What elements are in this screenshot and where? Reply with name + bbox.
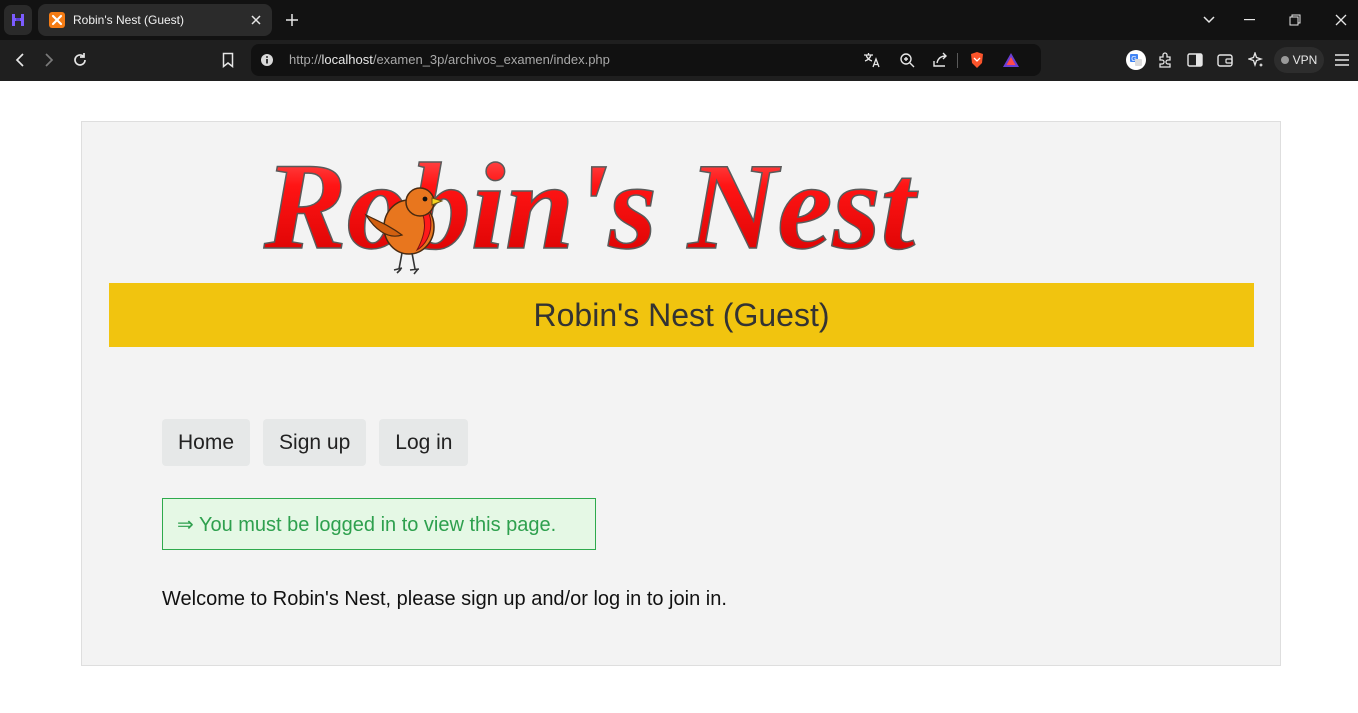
vpn-label: VPN bbox=[1292, 53, 1318, 67]
url-path: /examen_3p/archivos_examen/index.php bbox=[372, 52, 610, 67]
url-divider bbox=[957, 53, 958, 68]
nav-signup-button[interactable]: Sign up bbox=[263, 419, 367, 466]
main-nav: Home Sign up Log in bbox=[162, 419, 469, 466]
brave-shields-icon[interactable] bbox=[967, 50, 987, 70]
welcome-message: Welcome to Robin's Nest, please sign up … bbox=[162, 588, 727, 610]
url-text: http://localhost/examen_3p/archivos_exam… bbox=[289, 52, 610, 67]
tab-title: Robin's Nest (Guest) bbox=[73, 13, 184, 27]
login-required-notice: ⇒ You must be logged in to view this pag… bbox=[162, 498, 596, 550]
bookmark-icon[interactable] bbox=[215, 47, 241, 73]
translate-icon[interactable] bbox=[862, 50, 882, 70]
browser-menu-icon[interactable] bbox=[1329, 47, 1355, 73]
restore-icon[interactable] bbox=[1283, 8, 1307, 32]
wallet-icon[interactable] bbox=[1212, 47, 1238, 73]
close-tab-icon[interactable] bbox=[244, 8, 268, 32]
minimize-icon[interactable] bbox=[1237, 8, 1261, 32]
share-icon[interactable] bbox=[930, 50, 950, 70]
site-info-icon[interactable] bbox=[259, 52, 275, 68]
page-viewport: Robin's Nest Robin's Nest (Guest) Home S… bbox=[0, 81, 1358, 713]
xampp-favicon-icon bbox=[49, 12, 65, 28]
leo-ai-icon[interactable] bbox=[1243, 47, 1269, 73]
forward-icon[interactable] bbox=[36, 47, 62, 73]
new-tab-icon[interactable] bbox=[280, 8, 304, 32]
vpn-status-icon bbox=[1280, 56, 1289, 64]
sidebar-icon[interactable] bbox=[1182, 47, 1208, 73]
tab-bar: Robin's Nest (Guest) bbox=[0, 0, 1358, 40]
extensions-icon[interactable] bbox=[1152, 47, 1178, 73]
browser-tab[interactable]: Robin's Nest (Guest) bbox=[38, 4, 272, 36]
zoom-icon[interactable] bbox=[897, 50, 917, 70]
back-icon[interactable] bbox=[7, 47, 33, 73]
logo-text: Robin's Nest bbox=[263, 140, 919, 275]
url-scheme: http:// bbox=[289, 52, 322, 67]
reload-icon[interactable] bbox=[67, 47, 93, 73]
site-banner: Robin's Nest (Guest) bbox=[109, 283, 1254, 347]
app-menu-icon[interactable] bbox=[4, 5, 32, 35]
site-logo: Robin's Nest bbox=[262, 137, 1102, 280]
content-container: Robin's Nest Robin's Nest (Guest) Home S… bbox=[81, 121, 1281, 666]
brave-rewards-icon[interactable] bbox=[1001, 50, 1021, 70]
browser-toolbar: http://localhost/examen_3p/archivos_exam… bbox=[0, 40, 1358, 81]
address-bar[interactable]: http://localhost/examen_3p/archivos_exam… bbox=[251, 44, 1041, 76]
nav-login-button[interactable]: Log in bbox=[379, 419, 469, 466]
tab-search-chevron-icon[interactable] bbox=[1197, 8, 1221, 32]
google-translate-extension-icon[interactable]: G bbox=[1123, 47, 1149, 73]
nav-home-button[interactable]: Home bbox=[162, 419, 251, 466]
vpn-button[interactable]: VPN bbox=[1274, 47, 1324, 73]
banner-title: Robin's Nest (Guest) bbox=[533, 296, 830, 333]
url-host: localhost bbox=[321, 52, 373, 67]
close-window-icon[interactable] bbox=[1329, 8, 1353, 32]
